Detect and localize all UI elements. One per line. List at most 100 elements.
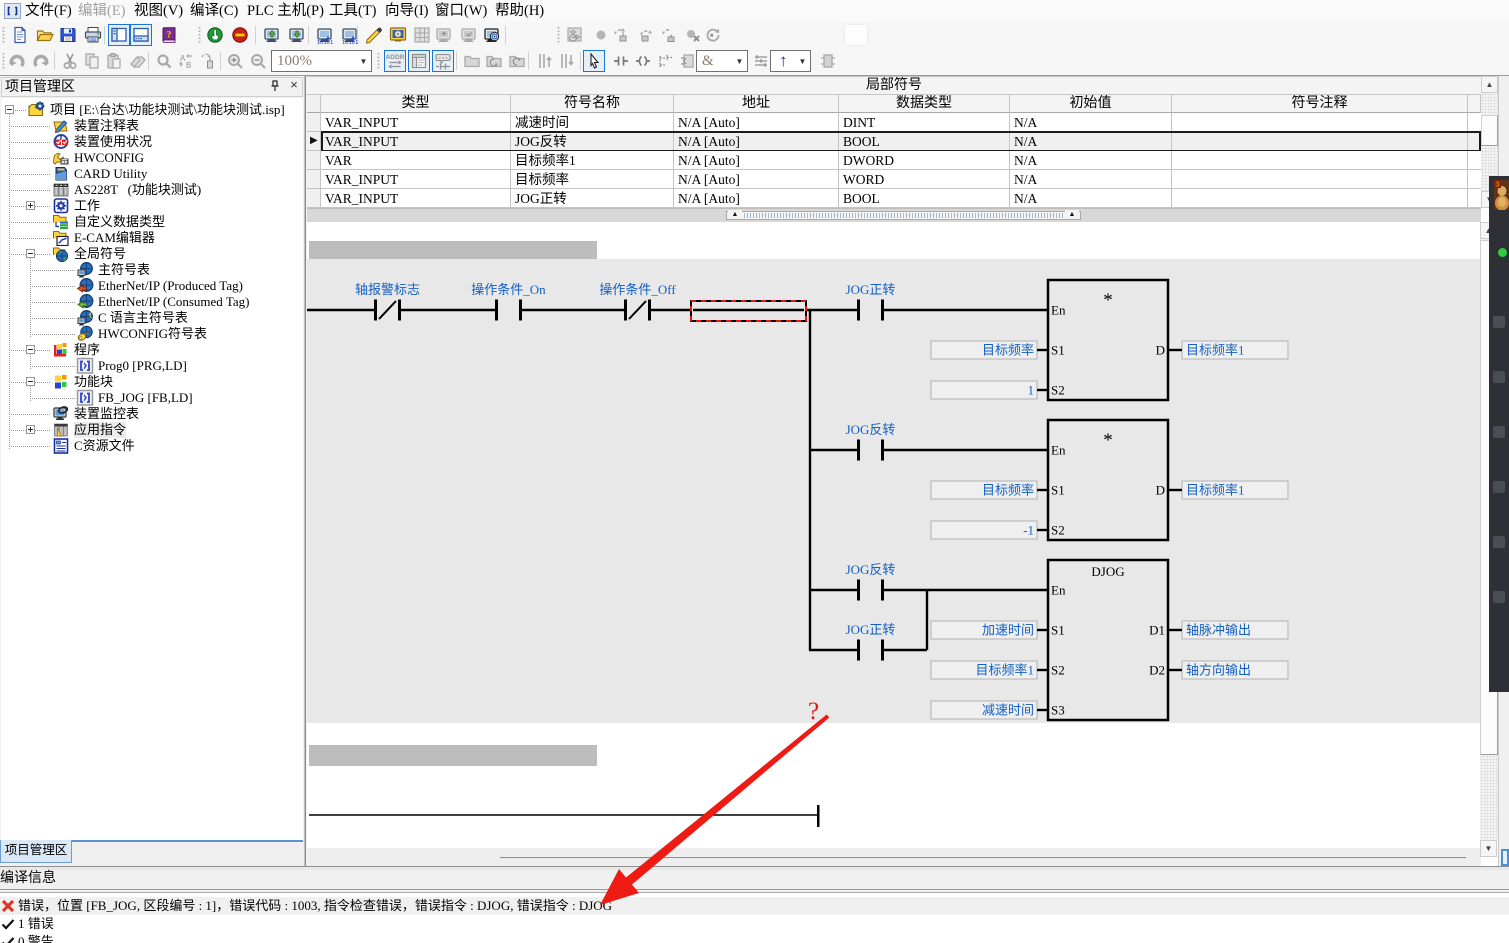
table-cell[interactable]: JOG正转 [511, 189, 674, 208]
table-cell[interactable]: N/A [1010, 151, 1172, 170]
block-tool-button[interactable] [817, 50, 839, 72]
sim-step-over-button[interactable] [636, 24, 658, 46]
run-button[interactable] [204, 24, 226, 46]
collapse-icon[interactable] [26, 345, 35, 354]
dock-app-icon[interactable] [1493, 536, 1505, 548]
tree-item[interactable]: EtherNet/IP (Consumed Tag) [1, 294, 301, 310]
tree-item[interactable]: 应用指令 [1, 422, 301, 438]
table-cell[interactable]: N/A [1010, 113, 1172, 132]
sim-step-out-button[interactable] [658, 24, 680, 46]
download-pc-button[interactable] [286, 24, 308, 46]
contact-bar[interactable] [881, 440, 884, 461]
updown-combo[interactable]: ↑▼ [770, 50, 811, 72]
compare-tool-button[interactable] [750, 50, 772, 72]
tree-item[interactable]: AS228T (功能块测试) [1, 182, 301, 198]
contact-bar[interactable] [495, 300, 498, 321]
edit-pen-button[interactable] [363, 24, 385, 46]
panel-splitter[interactable] [304, 76, 306, 866]
expand-icon[interactable] [26, 201, 35, 210]
contact-bar[interactable] [857, 580, 860, 601]
tree-item[interactable]: CARD Utility [1, 166, 301, 182]
tree-item[interactable]: Prog0 [PRG,LD] [1, 358, 301, 374]
tree-item[interactable]: HWCONFIG [1, 150, 301, 166]
table-scrollbar-thumb[interactable] [1481, 115, 1498, 146]
collapse-icon[interactable] [5, 105, 14, 114]
tree-item[interactable]: 主符号表 [1, 262, 301, 278]
network2-header[interactable] [309, 745, 597, 766]
table-cell[interactable] [1172, 189, 1468, 208]
table-cell[interactable]: N/A [1010, 170, 1172, 189]
addr-toggle-button[interactable]: ADDR [384, 50, 406, 72]
tree-item[interactable]: 自定义数据类型 [1, 214, 301, 230]
expand-icon[interactable] [26, 425, 35, 434]
table-cell[interactable]: N/A [Auto] [674, 132, 839, 151]
contact-bar[interactable] [648, 300, 651, 321]
table-cell[interactable]: 目标频率 [511, 170, 674, 189]
combo-dropdown-icon[interactable]: ▼ [732, 57, 747, 66]
zoom-out-button[interactable] [247, 50, 269, 72]
sim-record-button[interactable] [590, 24, 612, 46]
ladder-insert-down-button[interactable] [556, 50, 578, 72]
project-panel-tab[interactable]: 项目管理区 [0, 840, 72, 863]
tree-item[interactable]: 装置监控表 [1, 406, 301, 422]
table-cell[interactable]: N/A [1010, 132, 1172, 151]
menu-T[interactable]: 工具(T) [329, 0, 377, 22]
grid-gray-button[interactable] [411, 24, 433, 46]
splitter-collapse-right-icon[interactable]: ▲ [1065, 210, 1079, 219]
table-cell[interactable]: VAR_INPUT [321, 170, 511, 189]
device-monitor2-button[interactable]: 10101 [339, 24, 361, 46]
symbol-table-toggle-button[interactable] [408, 50, 430, 72]
help-book-button[interactable]: ? [158, 24, 180, 46]
table-cell[interactable]: BOOL [839, 132, 1010, 151]
table-cell[interactable]: N/A [Auto] [674, 170, 839, 189]
compile-message-row[interactable]: 1 错误 [0, 915, 1509, 933]
contact-tool-button[interactable] [610, 50, 632, 72]
table-cell[interactable]: VAR_INPUT [321, 189, 511, 208]
splitter-collapse-bar[interactable] [726, 211, 1081, 220]
table-scroll-up-icon[interactable]: ▲ [1481, 76, 1498, 93]
contact-bar[interactable] [881, 580, 884, 601]
tree-item[interactable]: 工作 [1, 198, 301, 214]
contact-bar[interactable] [519, 300, 522, 321]
tree-item[interactable]: FB_JOG [FB,LD] [1, 390, 301, 406]
table-cell[interactable]: N/A [Auto] [674, 113, 839, 132]
copy-button[interactable] [81, 50, 103, 72]
tree-item[interactable]: 项目 [E:\台达\功能块测试\功能块测试.isp] [1, 102, 301, 118]
device-monitor-button[interactable]: 10101 [314, 24, 336, 46]
view-left-panel-button[interactable] [108, 24, 130, 46]
monitor-gray-button[interactable] [433, 24, 455, 46]
table-cell[interactable]: DWORD [839, 151, 1010, 170]
sim-grid-button[interactable] [564, 24, 586, 46]
menu-V[interactable]: 视图(V) [134, 0, 183, 22]
menu-I[interactable]: 向导(I) [385, 0, 429, 22]
upload-pc-button[interactable] [261, 24, 283, 46]
table-cell[interactable]: 减速时间 [511, 113, 674, 132]
zoom-in-button[interactable] [224, 50, 246, 72]
table-cell[interactable]: N/A [Auto] [674, 189, 839, 208]
table-cell[interactable]: N/A [Auto] [674, 151, 839, 170]
tree-item[interactable]: EtherNet/IP (Produced Tag) [1, 278, 301, 294]
cut-button[interactable] [59, 50, 81, 72]
table-cell[interactable]: N/A [1010, 189, 1172, 208]
dock-app-icon[interactable] [1493, 591, 1505, 603]
contact-bar[interactable] [881, 300, 884, 321]
tree-item[interactable]: 装置使用状况 [1, 134, 301, 150]
sim-stop-button[interactable] [682, 24, 704, 46]
combo-dropdown-icon[interactable]: ▼ [356, 57, 371, 66]
menu-W[interactable]: 窗口(W) [435, 0, 487, 22]
menu-PLCP[interactable]: PLC 主机(P) [247, 0, 324, 22]
collapse-icon[interactable] [26, 377, 35, 386]
tree-item[interactable]: C资源文件 [1, 438, 301, 454]
coil-tool-button[interactable] [632, 50, 654, 72]
contact-bar[interactable] [398, 300, 401, 321]
table-ladder-splitter[interactable]: ▲▲ [307, 208, 1481, 222]
table-cell[interactable]: DINT [839, 113, 1010, 132]
ladder-editor[interactable]: 轴报警标志操作条件_On操作条件_OffJOG正转JOG反转JOG反转JOG正转… [307, 222, 1481, 855]
pin-icon[interactable] [268, 79, 282, 93]
folder-out-button[interactable] [506, 50, 528, 72]
contact-bar[interactable] [881, 640, 884, 661]
online-mode-button[interactable] [387, 24, 409, 46]
table-cell[interactable]: VAR [321, 151, 511, 170]
compile-message-row[interactable]: 0 警告 [0, 933, 1509, 943]
paste-button[interactable] [103, 50, 125, 72]
